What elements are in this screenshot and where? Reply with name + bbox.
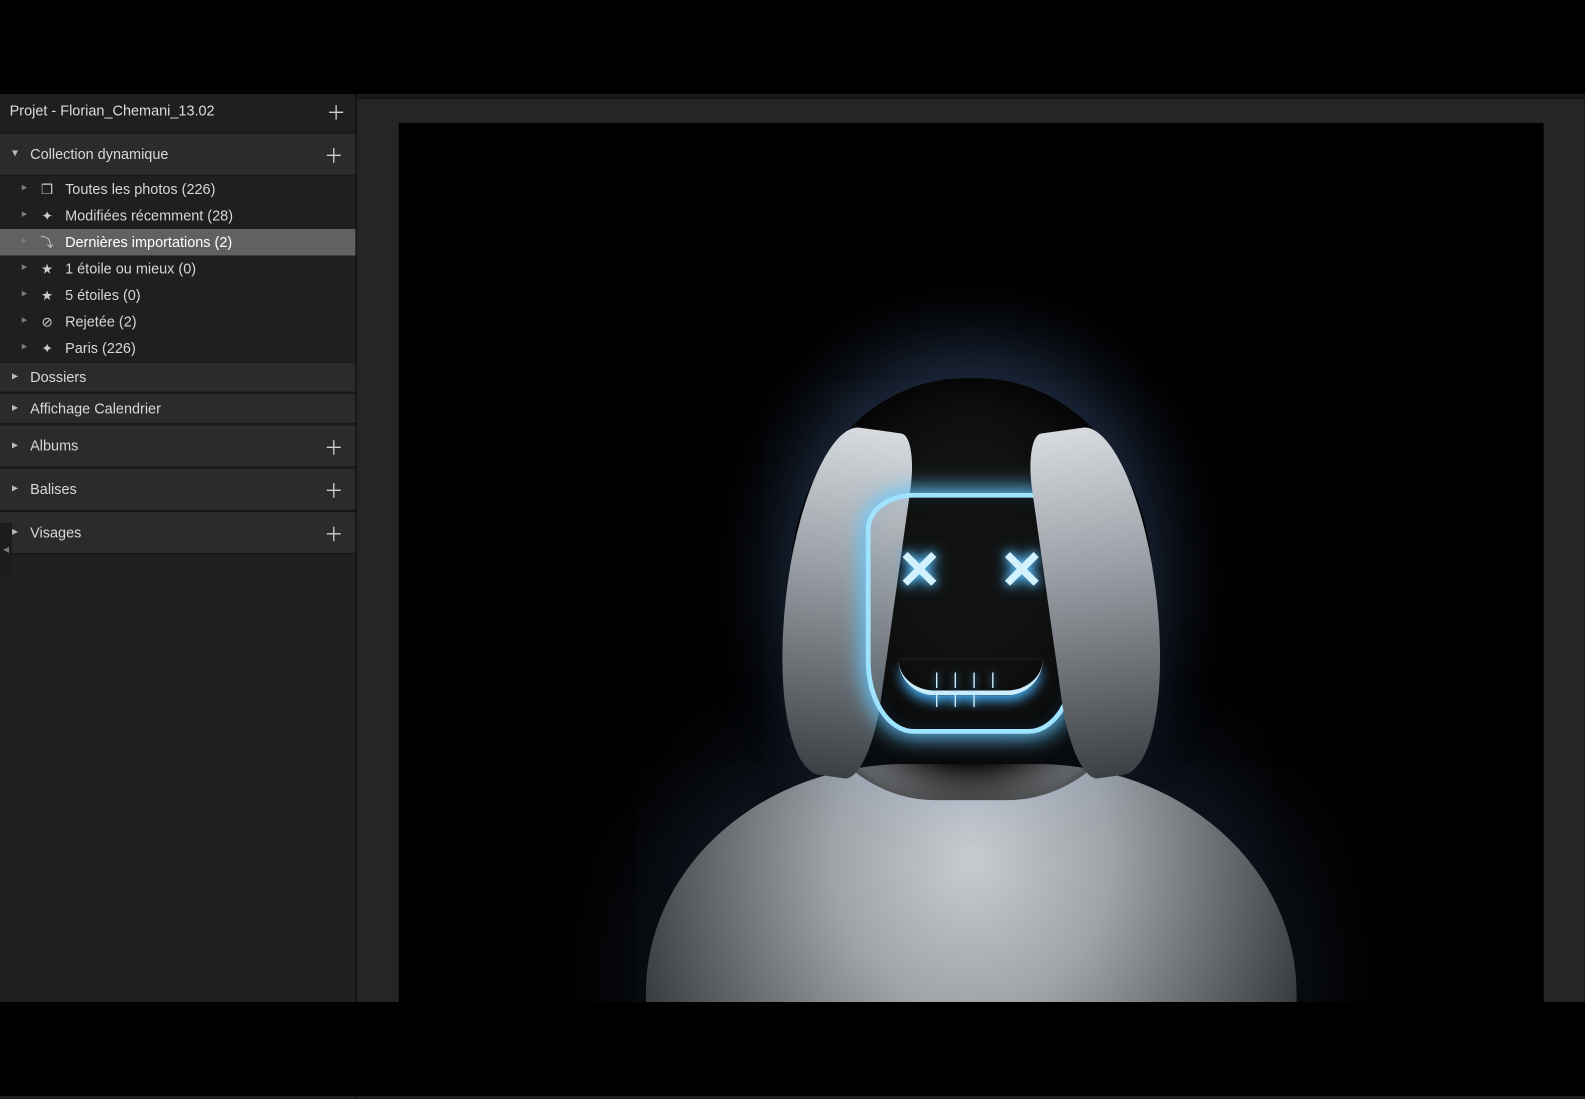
tree-item-1star[interactable]: ★ 1 étoile ou mieux (0): [0, 255, 355, 282]
add-face-icon[interactable]: ＋: [324, 518, 343, 547]
tree-item-label: Toutes les photos (226): [65, 181, 215, 198]
add-smart-collection-icon[interactable]: ＋: [324, 140, 343, 169]
add-project-icon[interactable]: ＋: [327, 96, 346, 125]
sidebar: Projet Métadonnées Projet - Florian_Chem…: [0, 60, 357, 1099]
section-visages[interactable]: Visages ＋: [0, 511, 355, 554]
tree-item-dernieres[interactable]: ⤵ Dernières importations (2): [0, 229, 355, 256]
add-tag-icon[interactable]: ＋: [324, 475, 343, 504]
viewer: ▣ ◩ ▦ ⧉ 🖥 🔍 ✋ HAL: [357, 60, 1585, 1099]
tree-item-label: Paris (226): [65, 340, 136, 357]
preview-image: HAL ✕ ✕: [398, 123, 1543, 1039]
section-label: Affichage Calendrier: [30, 400, 161, 417]
tree-item-modifiees[interactable]: ✦ Modifiées récemment (28): [0, 202, 355, 229]
section-albums[interactable]: Albums ＋: [0, 424, 355, 467]
tree-item-paris[interactable]: ✦ Paris (226): [0, 335, 355, 362]
reject-icon: ⊘: [39, 313, 56, 330]
section-label: Balises: [30, 481, 77, 498]
tree-item-5star[interactable]: ★ 5 étoiles (0): [0, 282, 355, 309]
tree-item-label: Modifiées récemment (28): [65, 207, 233, 224]
tree-item-label: 5 étoiles (0): [65, 287, 141, 304]
tree-item-rejetee[interactable]: ⊘ Rejetée (2): [0, 308, 355, 335]
section-calendrier[interactable]: Affichage Calendrier: [0, 393, 355, 424]
sparkle-icon: ✦: [39, 340, 56, 357]
section-label: Dossiers: [30, 369, 86, 386]
section-label: Collection dynamique: [30, 146, 168, 163]
section-balises[interactable]: Balises ＋: [0, 468, 355, 511]
add-album-icon[interactable]: ＋: [324, 431, 343, 460]
project-header: Projet - Florian_Chemani_13.02 ＋: [0, 89, 355, 132]
tree-item-label: Dernières importations (2): [65, 234, 232, 251]
tree-item-label: 1 étoile ou mieux (0): [65, 260, 196, 277]
section-label: Visages: [30, 524, 81, 541]
section-collection-dynamique[interactable]: Collection dynamique ＋: [0, 133, 355, 176]
stack-icon: ❒: [39, 181, 56, 198]
section-label: Albums: [30, 437, 78, 454]
collapse-sidebar-handle[interactable]: ◂: [0, 523, 12, 576]
import-icon: ⤵: [39, 234, 56, 251]
tree-item-label: Rejetée (2): [65, 313, 137, 330]
star-icon: ★: [39, 287, 56, 304]
smart-collection-list: ❒ Toutes les photos (226) ✦ Modifiées réce…: [0, 176, 355, 362]
project-title-label: Projet - Florian_Chemani_13.02: [10, 102, 215, 119]
image-canvas[interactable]: HAL ✕ ✕: [357, 99, 1585, 1063]
star-icon: ★: [39, 260, 56, 277]
tree-item-toutes-photos[interactable]: ❒ Toutes les photos (226): [0, 176, 355, 203]
section-dossiers[interactable]: Dossiers: [0, 362, 355, 393]
sparkle-icon: ✦: [39, 207, 56, 224]
